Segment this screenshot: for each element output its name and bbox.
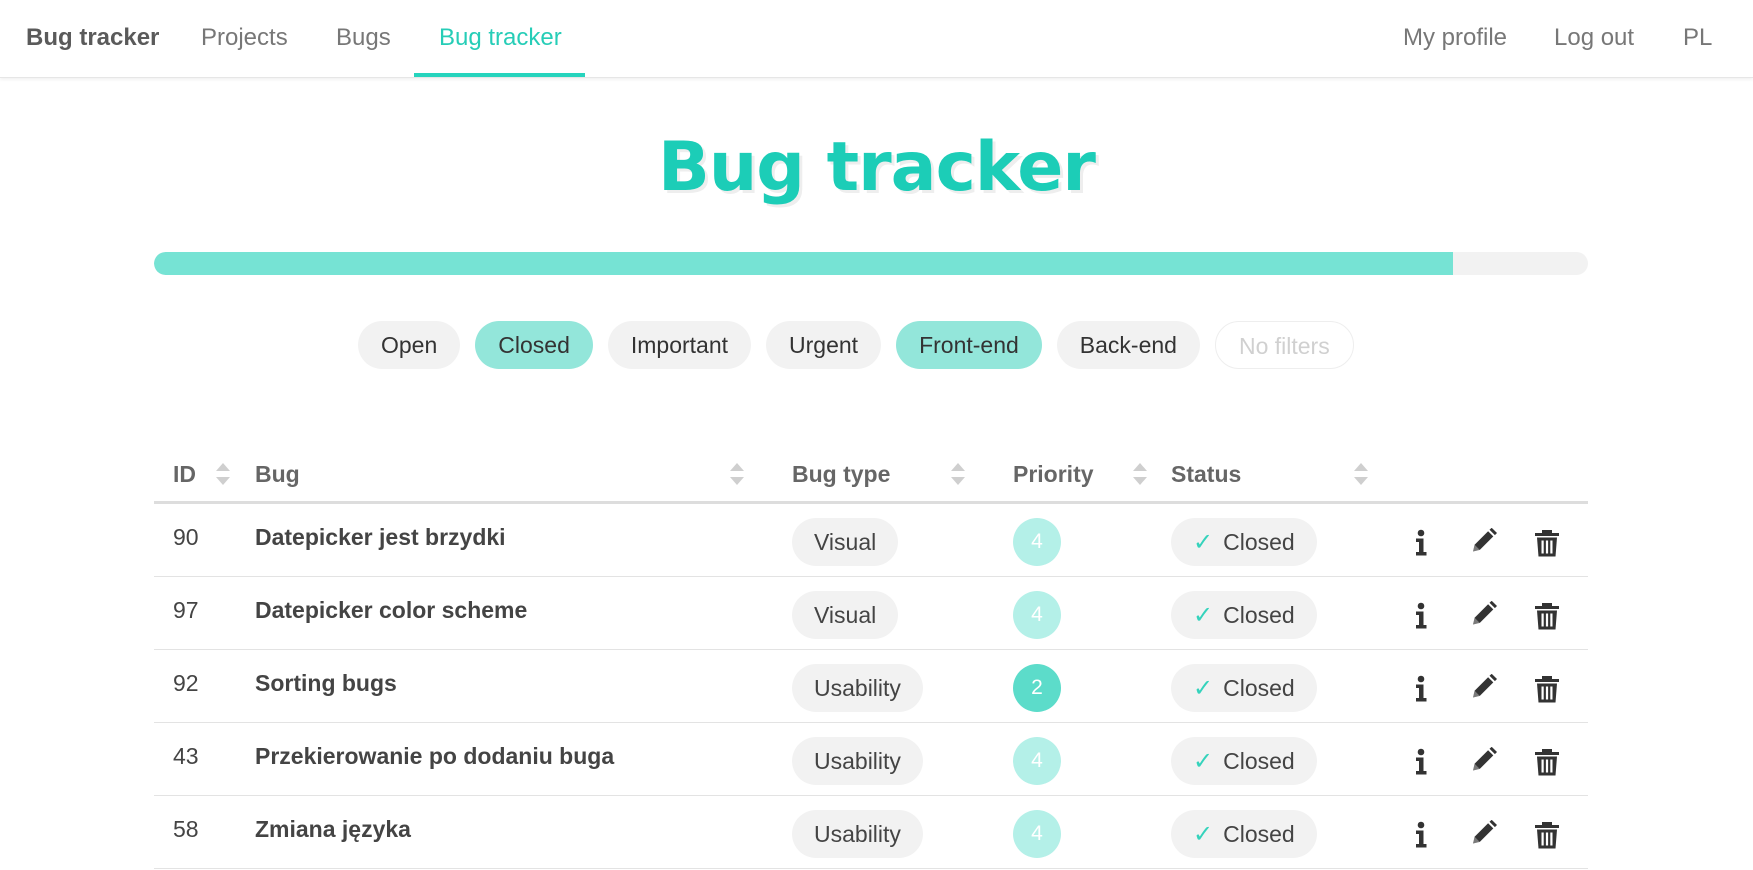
filter-chip-open[interactable]: Open	[358, 321, 461, 369]
table-body: 90 Datepicker jest brzydki Visual 4 ✓ Clo…	[154, 504, 1588, 869]
table-row: 92 Sorting bugs Usability 2 ✓ Closed	[154, 650, 1588, 723]
sort-bug-type-icon[interactable]	[951, 463, 965, 485]
bug-id: 43	[173, 743, 199, 769]
nav-active-indicator	[414, 73, 585, 77]
status-badge: ✓ Closed	[1171, 664, 1317, 712]
trash-icon[interactable]	[1533, 528, 1561, 558]
filter-chip-no-filters[interactable]: No filters	[1214, 321, 1354, 369]
column-header-id[interactable]: ID	[173, 461, 196, 488]
bug-type-badge: Usability	[792, 737, 923, 785]
trash-icon[interactable]	[1533, 601, 1561, 631]
check-icon: ✓	[1193, 748, 1214, 775]
table-header: ID Bug Bug type Priority Status	[154, 445, 1588, 504]
trash-icon[interactable]	[1533, 674, 1561, 704]
status-label: Closed	[1223, 529, 1295, 555]
status-label: Closed	[1223, 821, 1295, 847]
check-icon: ✓	[1193, 821, 1214, 848]
bug-title[interactable]: Sorting bugs	[255, 670, 397, 697]
check-icon: ✓	[1193, 602, 1214, 629]
info-icon[interactable]	[1407, 820, 1435, 850]
status-badge: ✓ Closed	[1171, 737, 1317, 785]
nav-link-language[interactable]: PL	[1683, 24, 1712, 52]
priority-badge: 2	[1013, 664, 1061, 712]
pencil-icon[interactable]	[1470, 528, 1498, 558]
trash-icon[interactable]	[1533, 747, 1561, 777]
pencil-icon[interactable]	[1470, 747, 1498, 777]
filter-chip-back-end[interactable]: Back-end	[1056, 321, 1200, 369]
filter-chip-front-end[interactable]: Front-end	[896, 321, 1042, 369]
sort-id-icon[interactable]	[216, 463, 230, 485]
nav-link-bugs[interactable]: Bugs	[336, 24, 391, 52]
bug-id: 92	[173, 670, 199, 696]
priority-badge: 4	[1013, 737, 1061, 785]
bug-type-badge: Visual	[792, 591, 899, 639]
filter-chip-important[interactable]: Important	[607, 321, 752, 369]
status-label: Closed	[1223, 602, 1295, 628]
filter-chip-urgent[interactable]: Urgent	[766, 321, 882, 369]
pencil-icon[interactable]	[1470, 820, 1498, 850]
info-icon[interactable]	[1407, 747, 1435, 777]
trash-icon[interactable]	[1533, 820, 1561, 850]
pencil-icon[interactable]	[1470, 601, 1498, 631]
table-row: 97 Datepicker color scheme Visual 4 ✓ Clo…	[154, 577, 1588, 650]
nav-link-my-profile[interactable]: My profile	[1403, 24, 1507, 52]
nav-brand[interactable]: Bug tracker	[26, 24, 159, 52]
table-row: 43 Przekierowanie po dodaniu buga Usabil…	[154, 723, 1588, 796]
status-badge: ✓ Closed	[1171, 591, 1317, 639]
column-header-priority[interactable]: Priority	[1013, 461, 1094, 488]
bug-type-badge: Visual	[792, 518, 899, 566]
progress-bar-fill	[154, 252, 1454, 275]
status-label: Closed	[1223, 675, 1295, 701]
table-row: 90 Datepicker jest brzydki Visual 4 ✓ Clo…	[154, 504, 1588, 577]
bug-title[interactable]: Datepicker color scheme	[255, 597, 527, 624]
bugs-table: ID Bug Bug type Priority Status 90 Datep…	[154, 445, 1588, 869]
sort-priority-icon[interactable]	[1133, 463, 1147, 485]
navbar: Bug tracker Projects Bugs Bug tracker My…	[0, 0, 1753, 78]
nav-link-log-out[interactable]: Log out	[1554, 24, 1634, 52]
nav-link-bug-tracker[interactable]: Bug tracker	[439, 24, 562, 52]
info-icon[interactable]	[1407, 601, 1435, 631]
column-header-bug[interactable]: Bug	[255, 461, 300, 488]
priority-badge: 4	[1013, 518, 1061, 566]
priority-badge: 4	[1013, 591, 1061, 639]
bug-title[interactable]: Przekierowanie po dodaniu buga	[255, 743, 614, 770]
progress-bar	[154, 252, 1588, 275]
sort-bug-icon[interactable]	[730, 463, 744, 485]
pencil-icon[interactable]	[1470, 674, 1498, 704]
column-header-status[interactable]: Status	[1171, 461, 1241, 488]
nav-link-projects[interactable]: Projects	[201, 24, 288, 52]
sort-status-icon[interactable]	[1354, 463, 1368, 485]
status-badge: ✓ Closed	[1171, 518, 1317, 566]
info-icon[interactable]	[1407, 674, 1435, 704]
column-header-bug-type[interactable]: Bug type	[792, 461, 890, 488]
check-icon: ✓	[1193, 675, 1214, 702]
table-row: 58 Zmiana języka Usability 4 ✓ Closed	[154, 796, 1588, 869]
status-label: Closed	[1223, 748, 1295, 774]
bug-id: 97	[173, 597, 199, 623]
page-title: Bug tracker	[658, 128, 1096, 207]
priority-badge: 4	[1013, 810, 1061, 858]
check-icon: ✓	[1193, 529, 1214, 556]
bug-id: 58	[173, 816, 199, 842]
bug-id: 90	[173, 524, 199, 550]
filter-chip-closed[interactable]: Closed	[475, 321, 593, 369]
status-badge: ✓ Closed	[1171, 810, 1317, 858]
bug-title[interactable]: Datepicker jest brzydki	[255, 524, 506, 551]
bug-title[interactable]: Zmiana języka	[255, 816, 411, 843]
bug-type-badge: Usability	[792, 664, 923, 712]
info-icon[interactable]	[1407, 528, 1435, 558]
filter-chips: Open Closed Important Urgent Front-end Back-e…	[358, 321, 1354, 369]
bug-type-badge: Usability	[792, 810, 923, 858]
